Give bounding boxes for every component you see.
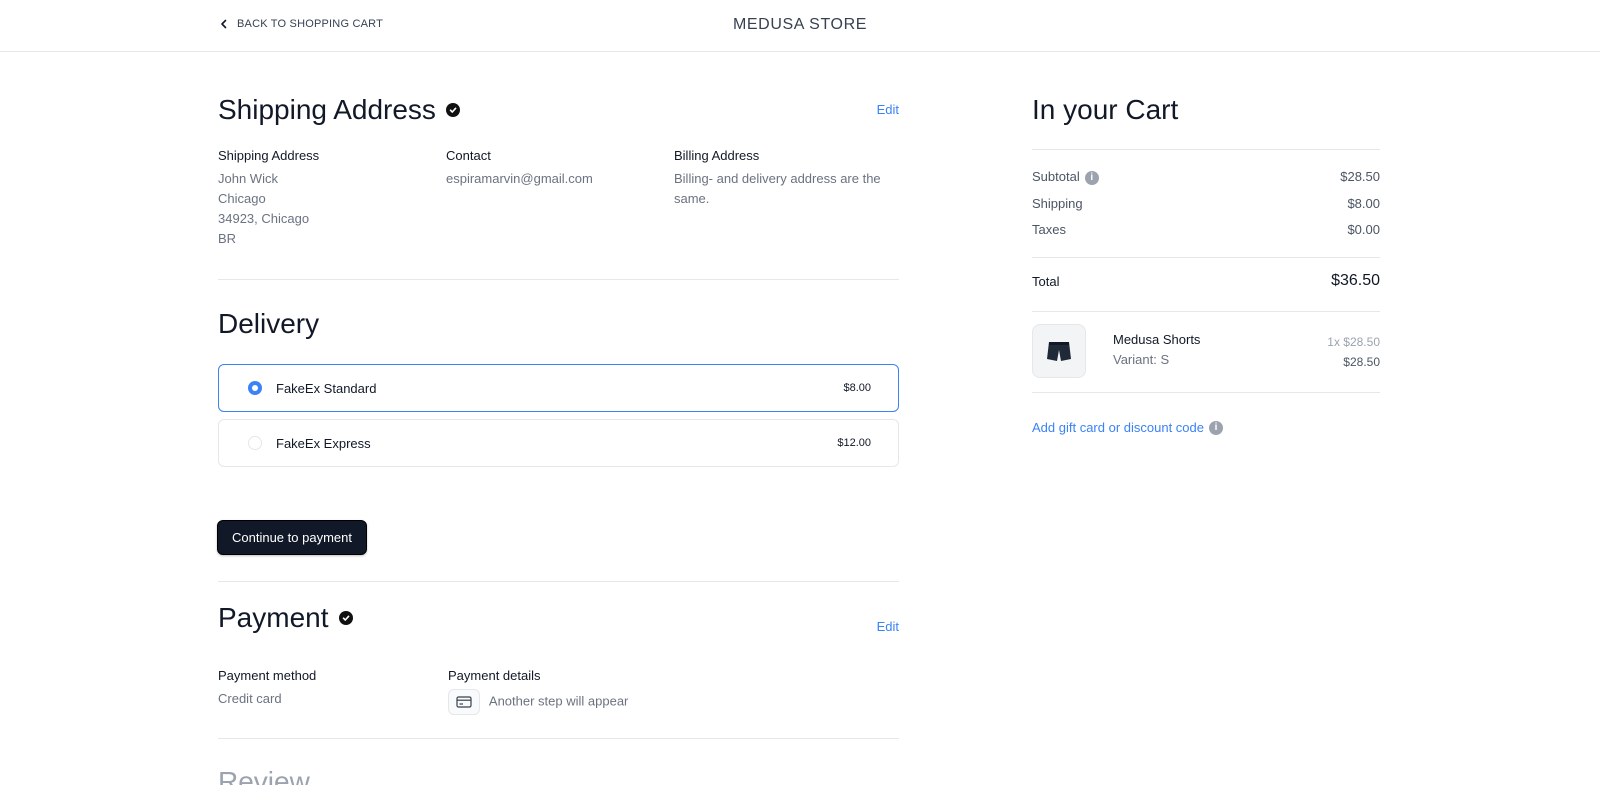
shipping-edit-link[interactable]: Edit [877,102,899,117]
subtotal-label-group: Subtotal i [1032,169,1099,185]
address-line: 34923, Chicago [218,211,310,226]
payment-details-value: Another step will appear [488,693,629,709]
payment-method-block: Payment method Credit card [218,668,418,709]
review-title: Review [218,766,310,785]
continue-to-payment-button[interactable]: Continue to payment [217,520,367,555]
divider [1032,392,1380,393]
shipping-cost-value: $8.00 [1347,196,1380,211]
shipping-title: Shipping Address [218,94,436,125]
billing-address-text: Billing- and delivery address are the sa… [674,171,881,206]
delivery-option-standard[interactable]: FakeEx Standard $8.00 [218,364,899,412]
info-icon[interactable]: i [1209,420,1223,435]
check-circle-icon [445,103,460,117]
delivery-option-name: FakeEx Standard [276,380,377,396]
shipping-address-label: Shipping Address [218,148,320,163]
divider [1032,149,1380,150]
check-circle-icon [338,611,353,625]
address-line: Chicago [218,191,266,206]
total-row: Total $36.50 [1032,272,1380,290]
product-line-total: $28.50 [1343,355,1380,369]
divider [218,279,899,280]
divider [1032,257,1380,258]
taxes-row: Taxes $0.00 [1032,222,1380,237]
delivery-option-name: FakeEx Express [276,435,371,451]
subtotal-row: Subtotal i $28.50 [1032,169,1380,185]
product-name: Medusa Shorts [1113,332,1201,347]
shipping-row: Shipping $8.00 [1032,196,1380,211]
contact-label: Contact [446,148,491,163]
taxes-value: $0.00 [1347,222,1380,237]
shipping-section-header: Shipping Address Edit [218,94,899,126]
shorts-icon [1047,342,1071,361]
top-bar: BACK TO SHOPPING CART MEDUSA STORE [0,0,1600,52]
divider [218,581,899,582]
contact-email: espiramarvin@gmail.com [446,171,593,186]
payment-details-label: Payment details [448,668,541,683]
billing-address-label: Billing Address [674,148,760,163]
shipping-title-row: Shipping Address [218,94,899,126]
payment-title-row: Payment [218,602,353,634]
product-variant: Variant: S [1113,352,1170,367]
shipping-address-block: Shipping Address John Wick Chicago 34923… [218,148,418,249]
info-icon[interactable]: i [1084,170,1099,185]
radio-unselected-icon[interactable] [248,436,262,450]
delivery-option-price: $12.00 [837,437,871,449]
subtotal-value: $28.50 [1340,169,1380,185]
delivery-title: Delivery [218,308,320,339]
address-line: John Wick [218,171,278,186]
subtotal-label: Subtotal [1032,169,1080,184]
total-label: Total [1032,273,1060,289]
total-value: $36.50 [1331,272,1380,289]
delivery-option-express[interactable]: FakeEx Express $12.00 [218,419,899,467]
payment-edit-link[interactable]: Edit [877,619,899,634]
payment-method-label: Payment method [218,668,317,683]
payment-details-block: Payment details Another step will appear [448,668,708,715]
radio-selected-icon[interactable] [248,381,262,395]
contact-block: Contact espiramarvin@gmail.com [446,148,646,189]
address-line: BR [218,231,237,246]
product-thumbnail [1032,324,1086,378]
divider [218,738,899,739]
delivery-option-price: $8.00 [843,382,871,394]
taxes-label: Taxes [1032,222,1066,237]
payment-title: Payment [218,602,329,633]
billing-address-block: Billing Address Billing- and delivery ad… [674,148,884,209]
credit-card-icon [448,689,480,715]
shipping-cost-label: Shipping [1032,196,1083,211]
payment-method-value: Credit card [218,691,282,706]
gift-card-discount-link[interactable]: Add gift card or discount code i [1032,420,1223,435]
payment-details-row: Another step will appear [448,689,708,715]
store-title[interactable]: MEDUSA STORE [0,16,1600,34]
divider [1032,311,1380,312]
gift-card-label: Add gift card or discount code [1032,420,1204,435]
cart-title: In your Cart [1032,94,1179,125]
product-quantity-price: 1x $28.50 [1327,335,1380,349]
